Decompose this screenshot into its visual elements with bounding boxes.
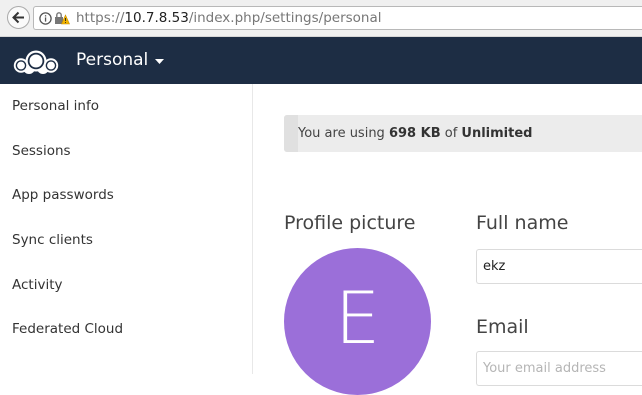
- insecure-lock-icon[interactable]: [54, 11, 70, 25]
- sidebar-item-label: Personal info: [12, 98, 99, 115]
- personal-settings-content: You are using 698 KB of Unlimited Profil…: [254, 84, 642, 395]
- sidebar-item-label: Activity: [12, 276, 63, 293]
- app-header: Personal: [0, 37, 642, 84]
- url-host: 10.7.8.53: [124, 10, 189, 26]
- arrow-left-icon: [12, 11, 24, 24]
- sidebar-item-federated-cloud[interactable]: Federated Cloud: [0, 307, 252, 352]
- app-menu-toggle[interactable]: Personal: [76, 50, 165, 70]
- sidebar-item-label: Sessions: [12, 142, 71, 159]
- browser-toolbar: https://10.7.8.53/index.php/settings/per…: [0, 0, 642, 37]
- sidebar-item-activity[interactable]: Activity: [0, 262, 252, 307]
- email-input[interactable]: [476, 351, 642, 386]
- full-name-input[interactable]: [476, 249, 642, 284]
- profile-picture-heading: Profile picture: [284, 212, 416, 234]
- avatar-letter: E: [334, 276, 381, 360]
- back-button[interactable]: [7, 6, 30, 29]
- sidebar-item-label: App passwords: [12, 187, 114, 204]
- url-path: /index.php/settings/personal: [188, 10, 382, 26]
- quota-used: 698 KB: [388, 126, 441, 141]
- cloud-logo-icon[interactable]: [10, 49, 62, 75]
- quota-total: Unlimited: [461, 126, 533, 141]
- sidebar-item-sync-clients[interactable]: Sync clients: [0, 218, 252, 263]
- sidebar-item-label: Federated Cloud: [12, 321, 124, 338]
- sidebar-item-sessions[interactable]: Sessions: [0, 129, 252, 174]
- info-icon[interactable]: [39, 11, 52, 25]
- url-text: https://10.7.8.53/index.php/settings/per…: [76, 10, 382, 26]
- caret-down-icon: [155, 58, 165, 64]
- address-bar[interactable]: https://10.7.8.53/index.php/settings/per…: [33, 6, 642, 30]
- full-name-heading: Full name: [476, 212, 569, 234]
- quota-text: You are using 698 KB of Unlimited: [298, 126, 533, 141]
- sidebar-item-label: Sync clients: [12, 232, 93, 249]
- sidebar-item-personal-info[interactable]: Personal info: [0, 84, 252, 129]
- quota-bar: You are using 698 KB of Unlimited: [284, 115, 642, 152]
- app-title: Personal: [76, 50, 149, 70]
- email-heading: Email: [476, 316, 529, 338]
- avatar[interactable]: E: [284, 248, 431, 395]
- sidebar-item-app-passwords[interactable]: App passwords: [0, 173, 252, 218]
- settings-sidebar: Personal info Sessions App passwords Syn…: [0, 84, 253, 374]
